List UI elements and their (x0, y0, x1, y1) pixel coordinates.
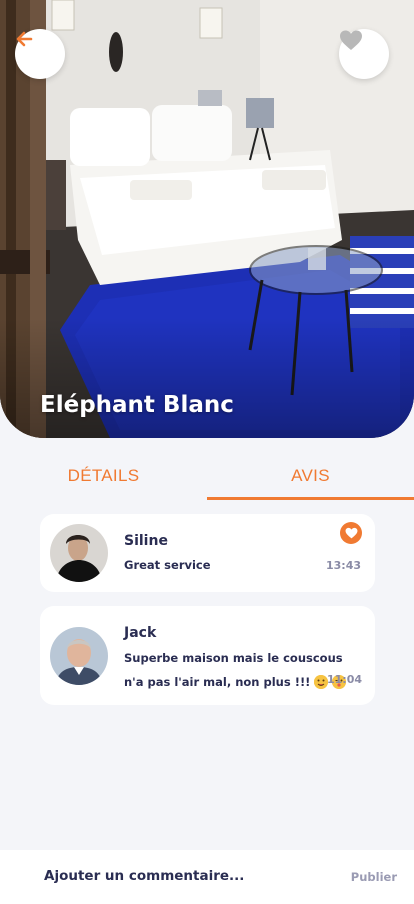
avatar (50, 524, 108, 582)
review-text-continued: n'a pas l'air mal, non plus !!! (124, 675, 311, 689)
review-card: Siline Great service 13:43 (40, 514, 375, 592)
tab-details[interactable]: DÉTAILS (0, 450, 207, 502)
hero-gradient (0, 318, 414, 438)
heart-icon (345, 527, 357, 539)
arrow-left-icon (16, 31, 33, 47)
reviewer-name: Jack (124, 625, 157, 641)
like-button[interactable] (340, 522, 362, 544)
tab-avis[interactable]: AVIS (207, 450, 414, 502)
listing-title: Eléphant Blanc (40, 392, 234, 418)
review-text: Great service (124, 558, 211, 572)
favorite-button[interactable] (339, 29, 389, 79)
back-button[interactable] (15, 29, 65, 79)
review-card: Jack Superbe maison mais le couscous n'a… (40, 606, 375, 705)
review-time: 13:43 (325, 559, 361, 572)
publish-button[interactable]: Publier (351, 870, 397, 884)
review-text: Superbe maison mais le couscous (124, 651, 343, 665)
comment-input[interactable]: Ajouter un commentaire... (44, 868, 244, 884)
tab-bar: DÉTAILS AVIS (0, 450, 414, 502)
hero-image: Eléphant Blanc (0, 0, 414, 438)
reviewer-name: Siline (124, 533, 168, 549)
review-time: 11:04 (326, 673, 362, 686)
comment-bar: Ajouter un commentaire... Publier (0, 850, 414, 904)
review-text-line2: n'a pas l'air mal, non plus !!! (124, 675, 347, 689)
active-tab-indicator (207, 497, 414, 500)
heart-icon (340, 30, 362, 50)
avatar (50, 627, 108, 685)
